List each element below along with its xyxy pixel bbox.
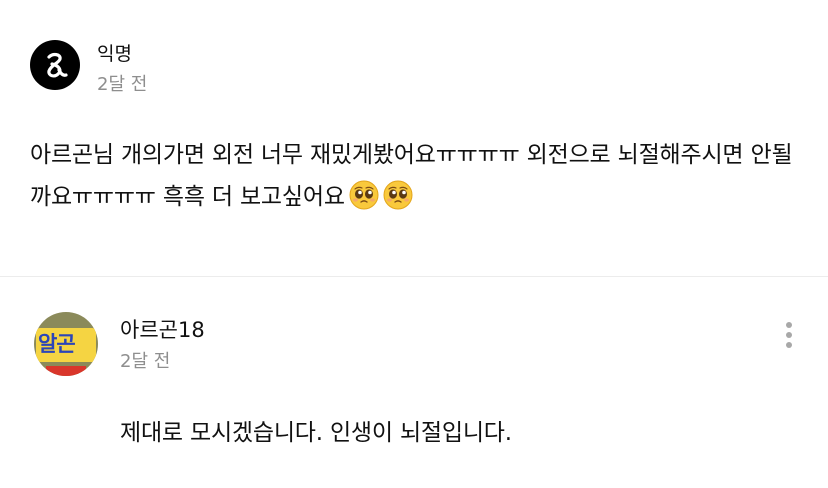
avatar[interactable]: 알곤 xyxy=(34,312,98,376)
reply-timestamp: 2달 전 xyxy=(120,351,171,372)
avatar-accent xyxy=(46,366,86,376)
comment-text: 아르곤님 개의가면 외전 너무 재밌게봤어요ㅠㅠㅠㅠ 외전으로 뇌절해주시면 안… xyxy=(30,134,800,218)
reply-author[interactable]: 아르곤18 xyxy=(120,316,205,344)
comment-timestamp: 2달 전 xyxy=(97,74,148,95)
divider xyxy=(0,276,828,277)
vertical-ellipsis-icon xyxy=(786,322,792,328)
more-options-button[interactable] xyxy=(778,318,800,352)
vertical-ellipsis-icon xyxy=(786,342,792,348)
reply-text: 제대로 모시겠습니다. 인생이 뇌절입니다. xyxy=(120,420,512,446)
comment-author[interactable]: 익명 xyxy=(97,42,132,66)
anonymous-avatar-icon[interactable] xyxy=(30,40,80,90)
avatar-text: 알곤 xyxy=(38,332,76,356)
pleading-face-emoji-icon xyxy=(383,180,413,210)
comment: 익명 2달 전 아르곤님 개의가면 외전 너무 재밌게봤어요ㅠㅠㅠㅠ 외전으로 … xyxy=(0,0,828,276)
pleading-face-emoji-icon xyxy=(349,180,379,210)
vertical-ellipsis-icon xyxy=(786,332,792,338)
